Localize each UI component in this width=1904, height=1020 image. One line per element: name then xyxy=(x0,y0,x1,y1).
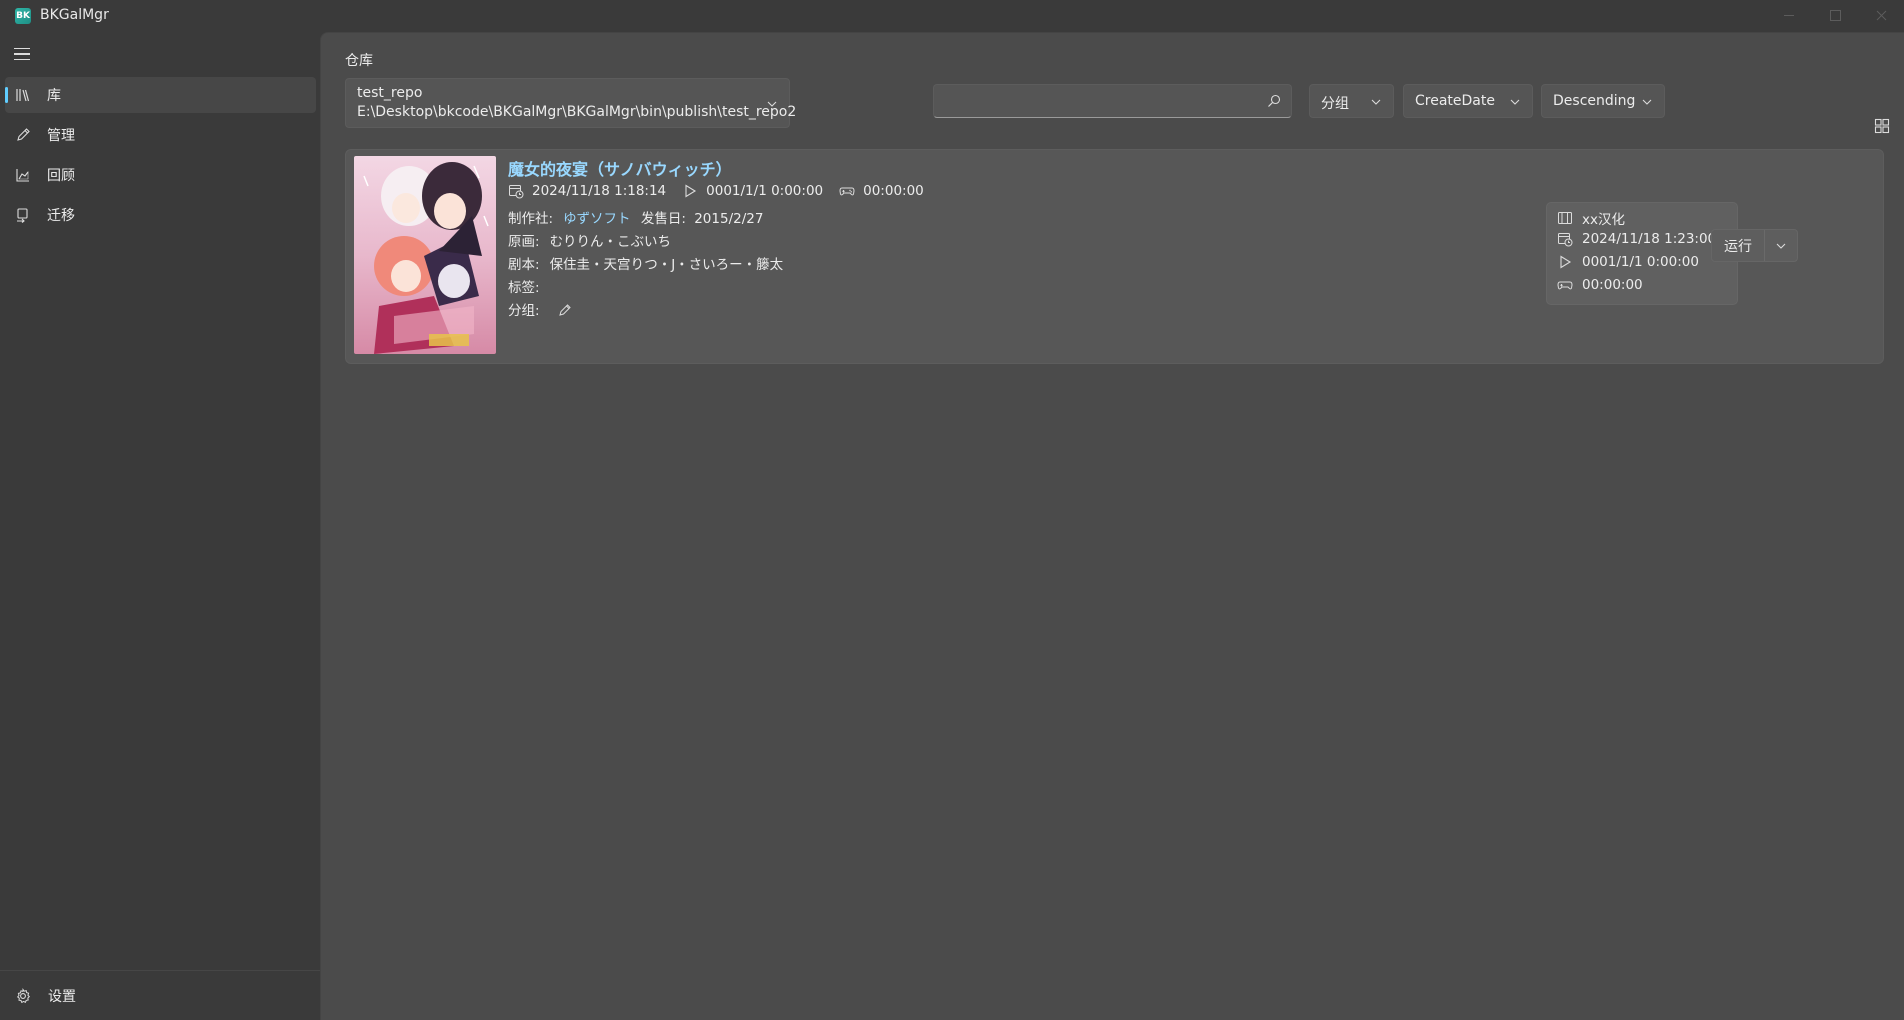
sidebar-item-label: 管理 xyxy=(47,128,75,144)
version-created-row: 2024/11/18 1:23:00 xyxy=(1557,231,1716,247)
window-controls xyxy=(1766,0,1904,30)
gamepad-icon xyxy=(1557,281,1573,290)
game-created-date: 2024/11/18 1:18:14 xyxy=(532,183,667,199)
version-created: 2024/11/18 1:23:00 xyxy=(1582,231,1717,247)
group-dropdown-value: 分组 xyxy=(1321,96,1349,112)
tags-line: 标签: xyxy=(508,276,540,296)
sidebar-item-manage[interactable]: 管理 xyxy=(5,117,316,153)
chevron-down-icon xyxy=(1642,99,1652,105)
calendar-clock-icon xyxy=(1558,233,1573,247)
version-name: xx汉化 xyxy=(1582,212,1625,228)
sort-field-value: CreateDate xyxy=(1415,93,1495,109)
sidebar-item-label: 迁移 xyxy=(47,208,75,224)
game-card[interactable]: 魔女的夜宴（サノバウィッチ） 2024/11/18 1:18:14 0001/1… xyxy=(345,149,1884,364)
calendar-clock-icon xyxy=(509,185,524,199)
group-line: 分组: xyxy=(508,299,572,319)
chevron-down-icon xyxy=(1510,99,1520,105)
pencil-icon xyxy=(17,128,30,141)
run-split-button: 运行 xyxy=(1711,229,1798,262)
grid-view-icon[interactable] xyxy=(1874,118,1890,134)
sidebar-item-library[interactable]: 库 xyxy=(5,77,316,113)
version-playtime-row: 00:00:00 xyxy=(1557,277,1643,293)
writer-value: 保住圭・天宫りつ・J・さいろー・籐太 xyxy=(549,257,784,273)
play-icon xyxy=(685,184,697,198)
sidebar: 库 管理 回顾 迁移 设置 xyxy=(0,32,320,1020)
chart-icon xyxy=(16,169,29,182)
hamburger-menu-button[interactable] xyxy=(14,48,32,62)
app-logo-icon: BK xyxy=(15,8,31,24)
run-options-button[interactable] xyxy=(1765,230,1797,261)
release-label: 发售日: xyxy=(640,211,686,227)
sort-order-value: Descending xyxy=(1553,93,1636,109)
close-button[interactable] xyxy=(1858,0,1904,30)
minimize-button[interactable] xyxy=(1766,0,1812,30)
version-last-played: 0001/1/1 0:00:00 xyxy=(1582,254,1699,270)
group-dropdown[interactable]: 分组 xyxy=(1309,84,1394,118)
edit-group-icon[interactable] xyxy=(558,303,572,317)
game-cover-image[interactable] xyxy=(354,156,496,354)
version-play-time: 00:00:00 xyxy=(1582,277,1643,293)
play-icon xyxy=(1560,255,1572,269)
maker-line: 制作社: ゆずソフト 发售日: 2015/2/27 xyxy=(508,207,763,227)
app-title: BKGalMgr xyxy=(40,7,109,23)
maker-link[interactable]: ゆずソフト xyxy=(563,211,631,227)
settings-label: 设置 xyxy=(48,989,76,1005)
artist-line: 原画: むりりん・こぶいち xyxy=(508,230,671,250)
chevron-down-icon xyxy=(767,101,777,107)
gear-icon xyxy=(16,988,31,1004)
sort-order-dropdown[interactable]: Descending xyxy=(1541,84,1665,118)
hamburger-icon xyxy=(14,48,30,50)
book-icon xyxy=(1558,212,1572,224)
repo-path: E:\Desktop\bkcode\BKGalMgr\BKGalMgr\bin\… xyxy=(357,104,797,120)
run-button[interactable]: 运行 xyxy=(1712,230,1765,261)
title-bar: BK BKGalMgr xyxy=(0,0,1904,32)
search-icon[interactable] xyxy=(1267,94,1281,108)
maximize-button[interactable] xyxy=(1812,0,1858,30)
sidebar-item-settings[interactable]: 设置 xyxy=(5,978,316,1014)
search-input[interactable] xyxy=(933,84,1292,118)
artist-value: むりりん・こぶいち xyxy=(549,234,672,250)
main-content: 仓库 test_repo E:\Desktop\bkcode\BKGalMgr\… xyxy=(320,32,1904,1020)
selection-indicator xyxy=(5,87,8,103)
writer-label: 剧本: xyxy=(508,257,540,273)
game-play-time: 00:00:00 xyxy=(863,183,924,199)
library-icon xyxy=(16,89,30,102)
sidebar-item-review[interactable]: 回顾 xyxy=(5,157,316,193)
app-window: BK BKGalMgr 库 管理 回顾 迁移 设置 仓库 test_repo E… xyxy=(0,0,1904,1020)
sidebar-item-migrate[interactable]: 迁移 xyxy=(5,197,316,233)
gamepad-icon xyxy=(839,187,855,196)
close-icon xyxy=(1876,10,1886,20)
artist-label: 原画: xyxy=(508,234,540,250)
sort-field-dropdown[interactable]: CreateDate xyxy=(1403,84,1533,118)
section-title: 仓库 xyxy=(345,53,373,69)
game-title[interactable]: 魔女的夜宴（サノバウィッチ） xyxy=(508,156,732,180)
version-selector[interactable]: xx汉化 2024/11/18 1:23:00 0001/1/1 0:00:00 xyxy=(1546,202,1738,305)
maker-label: 制作社: xyxy=(508,211,554,227)
game-meta-row: 2024/11/18 1:18:14 0001/1/1 0:00:00 00:0… xyxy=(508,183,924,199)
version-name-row: xx汉化 xyxy=(1557,208,1625,228)
sidebar-item-label: 回顾 xyxy=(47,168,75,184)
writer-line: 剧本: 保住圭・天宫りつ・J・さいろー・籐太 xyxy=(508,253,783,273)
sidebar-divider xyxy=(0,970,320,971)
chevron-down-icon xyxy=(1776,243,1786,249)
version-played-row: 0001/1/1 0:00:00 xyxy=(1557,254,1699,270)
hamburger-line xyxy=(14,53,30,55)
hamburger-line xyxy=(14,58,30,60)
group-label: 分组: xyxy=(508,303,540,319)
sidebar-item-label: 库 xyxy=(47,88,61,104)
chevron-down-icon xyxy=(1371,99,1381,105)
migrate-icon xyxy=(17,208,28,223)
game-last-played: 0001/1/1 0:00:00 xyxy=(706,183,824,199)
maximize-icon xyxy=(1829,9,1841,21)
tags-label: 标签: xyxy=(508,280,540,296)
minimize-icon xyxy=(1784,14,1794,16)
repo-select[interactable]: test_repo E:\Desktop\bkcode\BKGalMgr\BKG… xyxy=(345,78,796,128)
repo-name: test_repo xyxy=(357,85,423,101)
release-date: 2015/2/27 xyxy=(694,211,764,227)
